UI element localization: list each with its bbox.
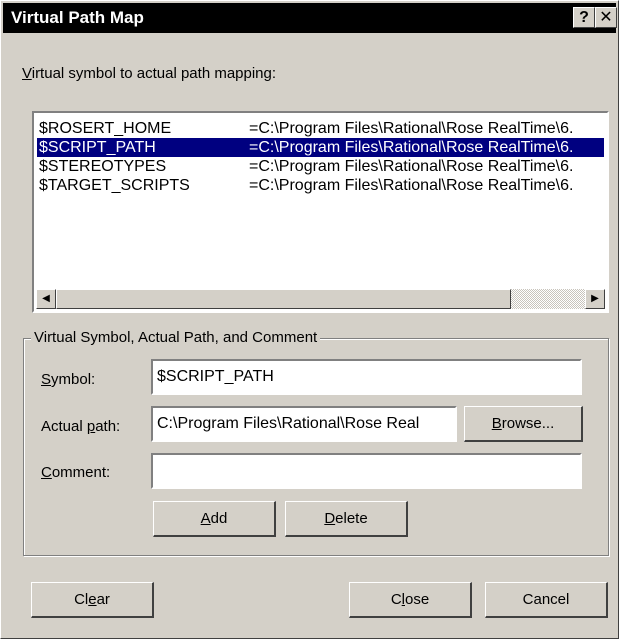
list-item-symbol: $SCRIPT_PATH [39,139,156,156]
arrow-left-icon: ◀ [42,293,50,304]
mapping-listbox[interactable]: $ROSERT_HOME =C:\Program Files\Rational\… [32,111,609,313]
list-item[interactable]: $TARGET_SCRIPTS =C:\Program Files\Ration… [37,176,604,195]
close-icon: ✕ [599,9,613,26]
list-item-symbol: $STEREOTYPES [39,158,167,175]
comment-label: Comment: [41,464,111,481]
list-item-path: =C:\Program Files\Rational\Rose RealTime… [249,139,574,156]
list-item-path: =C:\Program Files\Rational\Rose RealTime… [249,120,574,137]
horizontal-scrollbar[interactable]: ◀ ▶ [36,289,605,309]
actual-path-field[interactable]: C:\Program Files\Rational\Rose Real [151,406,457,442]
browse-button[interactable]: Browse... [464,406,583,442]
group-legend: Virtual Symbol, Actual Path, and Comment [31,329,321,346]
mapping-list-label: Virtual symbol to actual path mapping: [22,65,277,82]
scrollbar-track[interactable] [511,289,585,309]
symbol-field[interactable]: $SCRIPT_PATH [151,359,582,395]
virtual-path-map-dialog: Virtual Path Map ? ✕ Virtual symbol to a… [0,0,619,639]
help-button[interactable]: ? [573,7,595,28]
list-item-path: =C:\Program Files\Rational\Rose RealTime… [249,158,574,175]
scroll-right-button[interactable]: ▶ [585,289,605,309]
scrollbar-thumb[interactable] [56,289,511,309]
list-item-symbol: $TARGET_SCRIPTS [39,177,190,194]
list-item[interactable]: $ROSERT_HOME =C:\Program Files\Rational\… [37,119,604,138]
comment-field[interactable] [151,453,582,489]
scroll-left-button[interactable]: ◀ [36,289,56,309]
list-item-symbol: $ROSERT_HOME [39,120,172,137]
close-button[interactable]: Close [349,582,472,618]
add-button[interactable]: Add [153,501,276,537]
title-bar[interactable]: Virtual Path Map ? ✕ [3,3,617,33]
clear-button[interactable]: Clear [31,582,154,618]
actual-path-label: Actual path: [41,418,121,435]
cancel-button[interactable]: Cancel [485,582,608,618]
help-icon: ? [579,9,589,26]
list-item-selected[interactable]: $SCRIPT_PATH =C:\Program Files\Rational\… [37,138,604,157]
list-item[interactable]: $STEREOTYPES =C:\Program Files\Rational\… [37,157,604,176]
arrow-right-icon: ▶ [591,293,599,304]
window-title: Virtual Path Map [11,8,144,27]
close-window-button[interactable]: ✕ [595,7,617,28]
delete-button[interactable]: Delete [285,501,408,537]
symbol-label: Symbol: [41,371,96,388]
list-item-path: =C:\Program Files\Rational\Rose RealTime… [249,177,574,194]
